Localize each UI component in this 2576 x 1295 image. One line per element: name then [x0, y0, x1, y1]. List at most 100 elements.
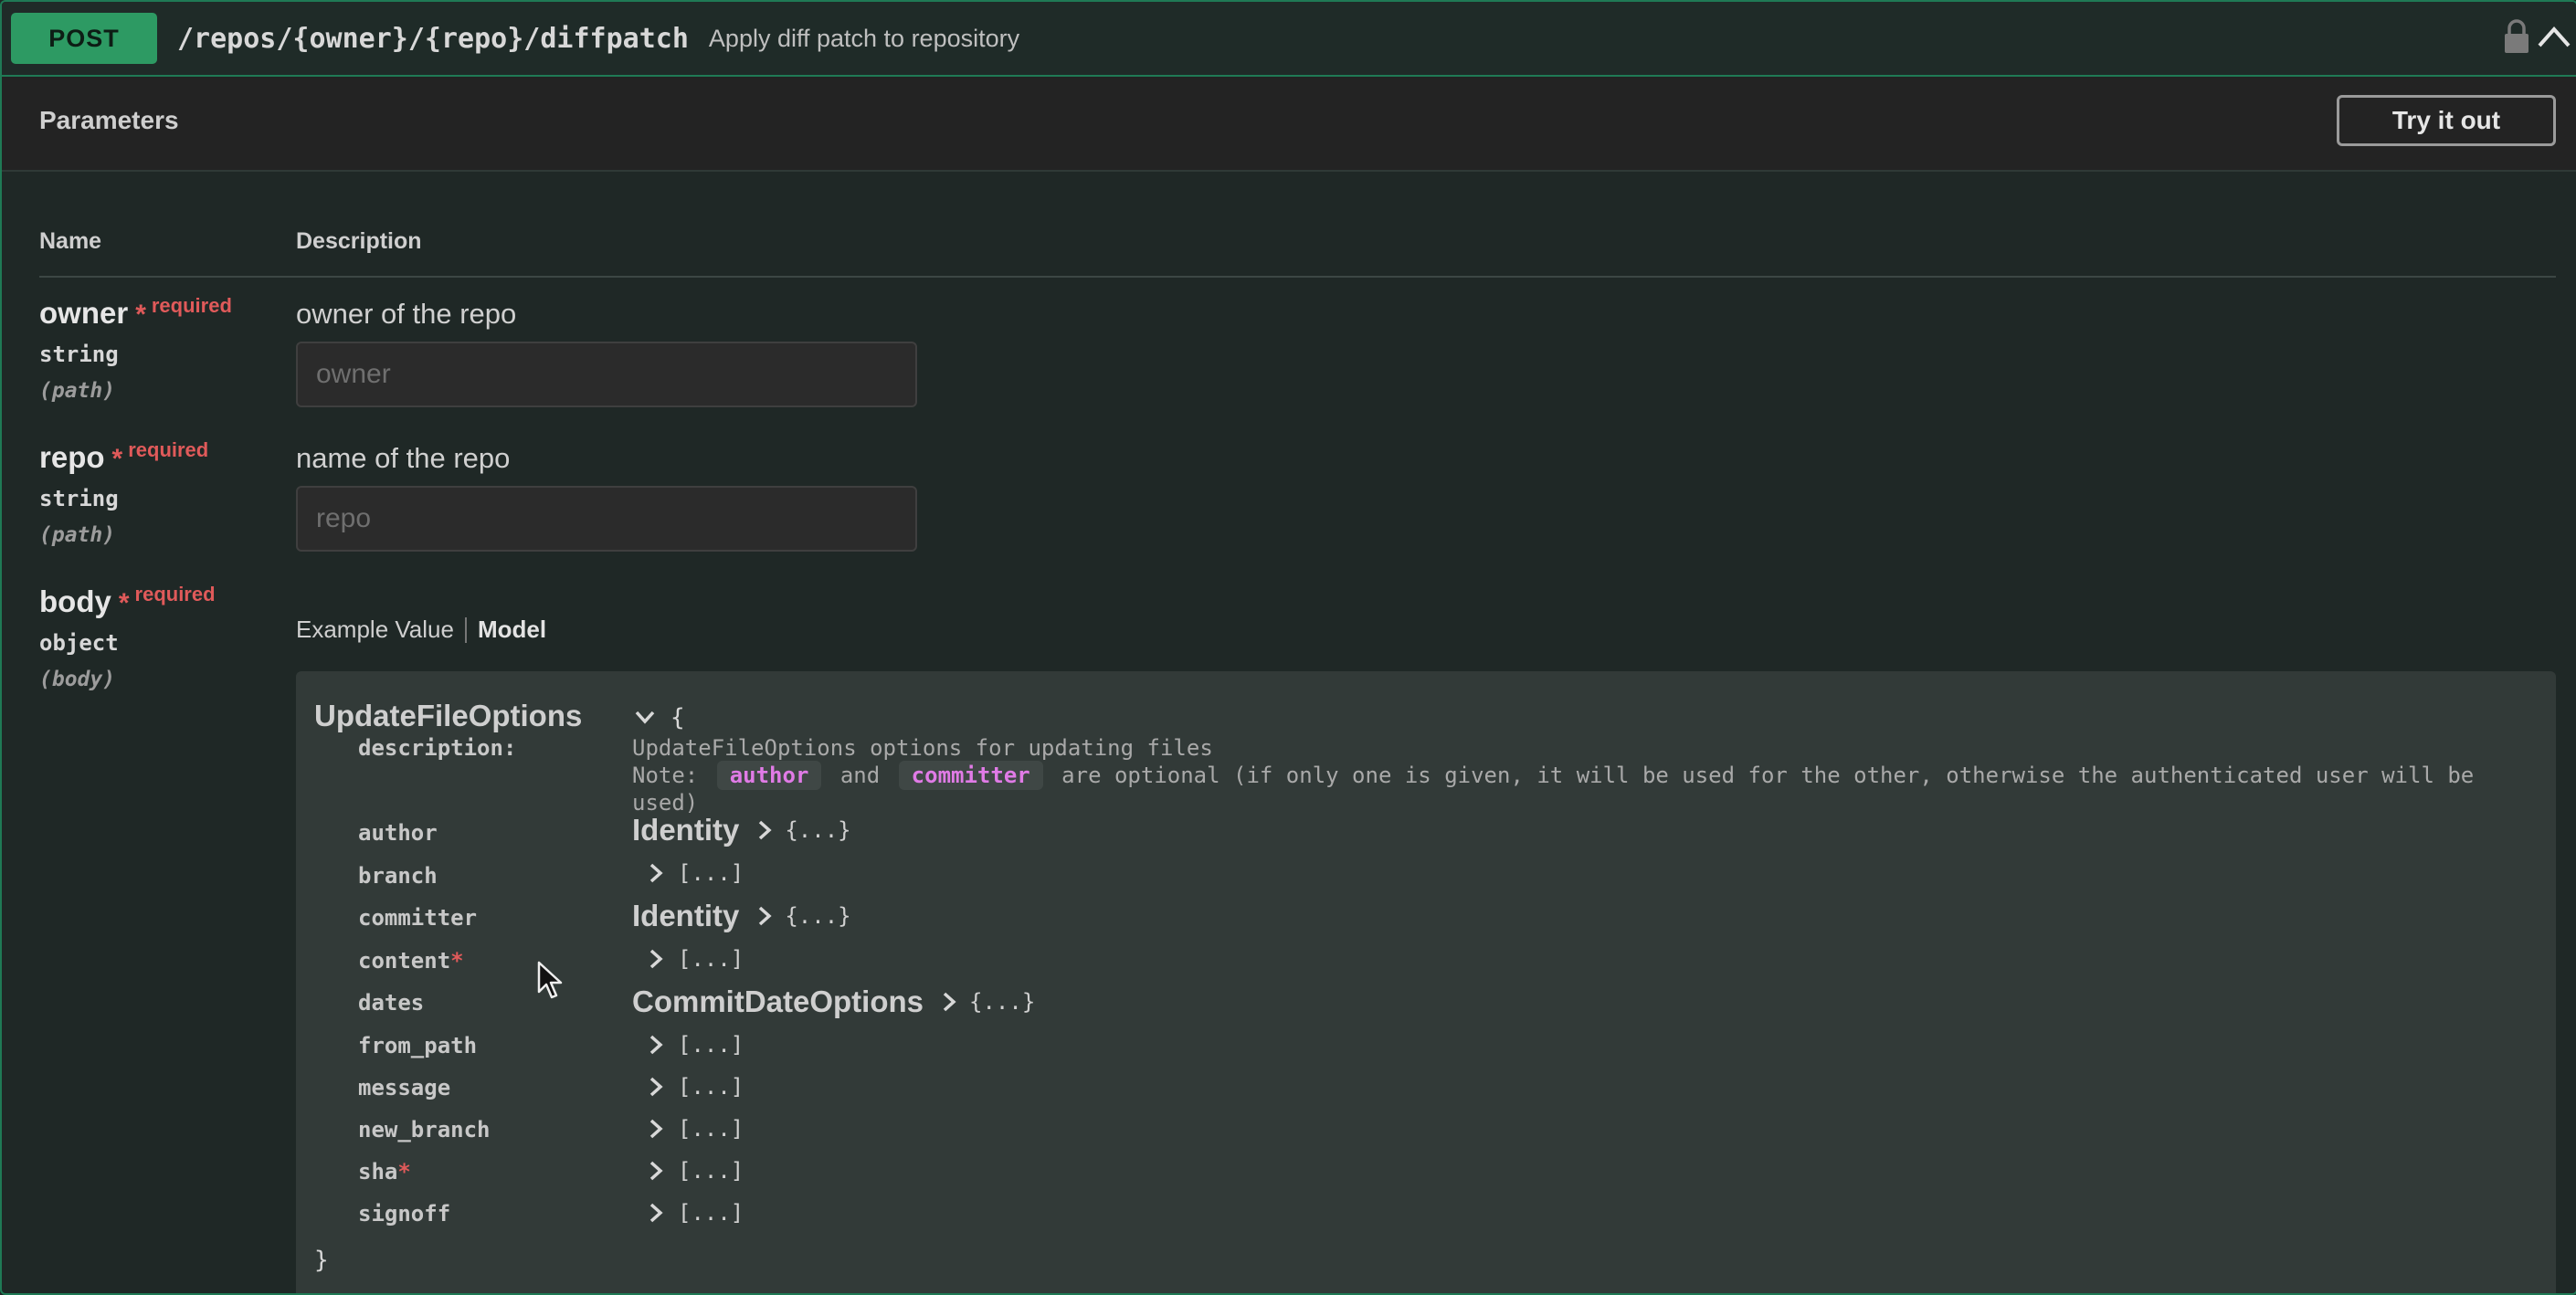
chevron-right-icon	[649, 949, 663, 969]
model-close-brace: }	[314, 1247, 329, 1274]
required-star: *	[135, 300, 146, 330]
model-description-key: description:	[358, 735, 517, 761]
value-message-array[interactable]: [...]	[647, 1074, 744, 1100]
chevron-right-icon	[649, 863, 663, 883]
model-open-brace: {	[670, 704, 685, 732]
required-label: required	[128, 438, 209, 461]
param-name: owner	[39, 296, 129, 330]
parameters-header: Parameters Try it out	[2, 77, 2576, 172]
property-signoff: signoff	[358, 1201, 450, 1227]
description-column-header: Description	[296, 228, 422, 254]
model-note-line-end: used)	[632, 790, 699, 816]
required-star: *	[118, 588, 130, 618]
required-mark: *	[450, 948, 464, 974]
parameters-title: Parameters	[39, 106, 179, 134]
repo-input[interactable]	[296, 486, 917, 552]
collapsed-object: {...}	[969, 989, 1036, 1015]
collapsed-array: [...]	[678, 1032, 744, 1058]
chevron-right-icon	[649, 1119, 663, 1139]
property-label: content	[358, 948, 451, 974]
property-dates: dates	[358, 990, 424, 1016]
property-label: new_branch	[358, 1117, 491, 1142]
property-content: content*	[358, 948, 464, 974]
collapsed-array: [...]	[678, 1158, 744, 1184]
value-content-array[interactable]: [...]	[647, 946, 744, 972]
tab-example-value[interactable]: Example Value	[296, 616, 454, 644]
tab-separator	[464, 616, 467, 643]
property-from-path: from_path	[358, 1033, 477, 1058]
property-label: sha	[358, 1159, 398, 1184]
value-sha-array[interactable]: [...]	[647, 1158, 744, 1184]
code-author: author	[716, 761, 822, 790]
param-location: (path)	[39, 379, 116, 403]
property-committer: committer	[358, 905, 477, 931]
param-name-body: body * required	[39, 583, 216, 619]
value-signoff-array[interactable]: [...]	[647, 1200, 744, 1226]
tab-model[interactable]: Model	[478, 616, 546, 644]
value-committer-ref[interactable]: Identity {...}	[632, 899, 851, 933]
chevron-right-icon	[943, 992, 956, 1012]
property-label: dates	[358, 990, 425, 1016]
collapsed-array: [...]	[678, 1200, 744, 1226]
value-from-path-array[interactable]: [...]	[647, 1032, 744, 1058]
chevron-right-icon	[649, 1035, 663, 1055]
param-location: (path)	[39, 523, 116, 547]
param-type: string	[39, 342, 119, 367]
param-name-owner: owner * required	[39, 294, 232, 331]
endpoint-summary: Apply diff patch to repository	[708, 24, 1020, 52]
model-description-line: UpdateFileOptions options for updating f…	[632, 735, 1213, 761]
collapsed-array: [...]	[678, 946, 744, 972]
required-star: *	[111, 444, 123, 474]
property-sha: sha*	[358, 1159, 411, 1184]
ref-model-name: Identity	[632, 813, 740, 847]
property-message: message	[358, 1075, 450, 1100]
header-divider	[39, 276, 2556, 278]
owner-input[interactable]	[296, 342, 917, 407]
ref-model-name: Identity	[632, 899, 740, 932]
endpoint-path: /repos/{owner}/{repo}/diffpatch	[177, 22, 689, 55]
param-location: (body)	[39, 668, 116, 691]
note-prefix: Note:	[632, 763, 699, 788]
try-it-out-button[interactable]: Try it out	[2337, 95, 2556, 146]
param-description: name of the repo	[296, 442, 511, 474]
chevron-up-icon[interactable]	[2536, 22, 2572, 51]
property-branch: branch	[358, 863, 438, 889]
model-note-line: Note: author and committer are optional …	[632, 761, 2474, 790]
property-label: committer	[358, 905, 478, 931]
property-label: author	[358, 820, 438, 846]
chevron-right-icon	[759, 906, 772, 926]
lock-icon[interactable]	[2503, 18, 2530, 55]
value-new-branch-array[interactable]: [...]	[647, 1116, 744, 1142]
note-suffix: are optional (if only one is given, it w…	[1061, 763, 2475, 788]
model-name[interactable]: UpdateFileOptions	[314, 699, 582, 733]
collapsed-array: [...]	[678, 1116, 744, 1142]
property-author: author	[358, 820, 438, 846]
name-column-header: Name	[39, 228, 102, 254]
param-name-repo: repo * required	[39, 438, 209, 475]
property-label: from_path	[358, 1033, 478, 1058]
param-name: body	[39, 584, 111, 618]
mouse-cursor-icon	[537, 961, 563, 999]
param-name: repo	[39, 440, 105, 474]
chevron-right-icon	[649, 1203, 663, 1223]
value-branch-array[interactable]: [...]	[647, 860, 744, 886]
property-new-branch: new_branch	[358, 1117, 491, 1142]
chevron-right-icon	[649, 1077, 663, 1097]
ref-model-name: CommitDateOptions	[632, 984, 924, 1018]
param-type: object	[39, 630, 119, 656]
operation-summary[interactable]: POST /repos/{owner}/{repo}/diffpatch App…	[2, 2, 2576, 77]
required-label: required	[134, 583, 216, 605]
property-label: message	[358, 1075, 451, 1100]
collapsed-array: [...]	[678, 1074, 744, 1100]
chevron-right-icon	[759, 820, 772, 840]
body-tabs: Example Value Model	[296, 616, 546, 644]
value-author-ref[interactable]: Identity {...}	[632, 813, 851, 848]
chevron-right-icon	[649, 1161, 663, 1181]
param-type: string	[39, 486, 119, 511]
required-mark: *	[397, 1159, 411, 1184]
value-dates-ref[interactable]: CommitDateOptions {...}	[632, 984, 1035, 1019]
model-box: UpdateFileOptions { description: UpdateF…	[296, 671, 2556, 1293]
collapsed-object: {...}	[785, 903, 851, 929]
operation-block: POST /repos/{owner}/{repo}/diffpatch App…	[0, 0, 2576, 1295]
chevron-down-icon[interactable]	[634, 708, 656, 726]
